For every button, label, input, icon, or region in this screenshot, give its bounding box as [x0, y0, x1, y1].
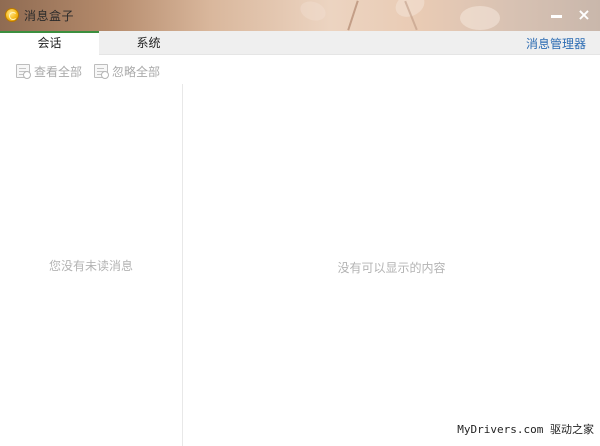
watermark: MyDrivers.com 驱动之家	[457, 423, 594, 436]
message-content-panel[interactable]: 没有可以显示的内容	[183, 84, 600, 446]
ignore-all-button[interactable]: 忽略全部	[94, 63, 160, 79]
window-title: 消息盒子	[24, 9, 75, 23]
no-unread-messages-text: 您没有未读消息	[48, 259, 133, 273]
title-bar-decoration	[460, 6, 500, 30]
view-document-icon	[16, 64, 31, 79]
app-logo-icon	[5, 8, 19, 22]
title-bar-decoration	[347, 0, 359, 31]
close-button[interactable]: ×	[574, 5, 594, 25]
minimize-button[interactable]	[547, 5, 567, 25]
ignore-document-icon	[94, 64, 109, 79]
ignore-all-label: 忽略全部	[112, 64, 161, 79]
tab-system[interactable]: 系统	[99, 31, 198, 55]
tab-conversations[interactable]: 会话	[0, 31, 99, 56]
view-all-button[interactable]: 查看全部	[16, 63, 82, 79]
message-list-panel[interactable]: 您没有未读消息	[0, 84, 182, 446]
title-bar-decoration	[297, 0, 329, 24]
title-bar[interactable]: 消息盒子 ×	[0, 0, 600, 31]
message-manager-link[interactable]: 消息管理器	[526, 35, 586, 52]
view-all-label: 查看全部	[34, 64, 83, 79]
no-content-text: 没有可以显示的内容	[337, 261, 446, 275]
minimize-icon	[551, 15, 562, 18]
tab-bar: 会话 系统 消息管理器	[0, 31, 600, 56]
